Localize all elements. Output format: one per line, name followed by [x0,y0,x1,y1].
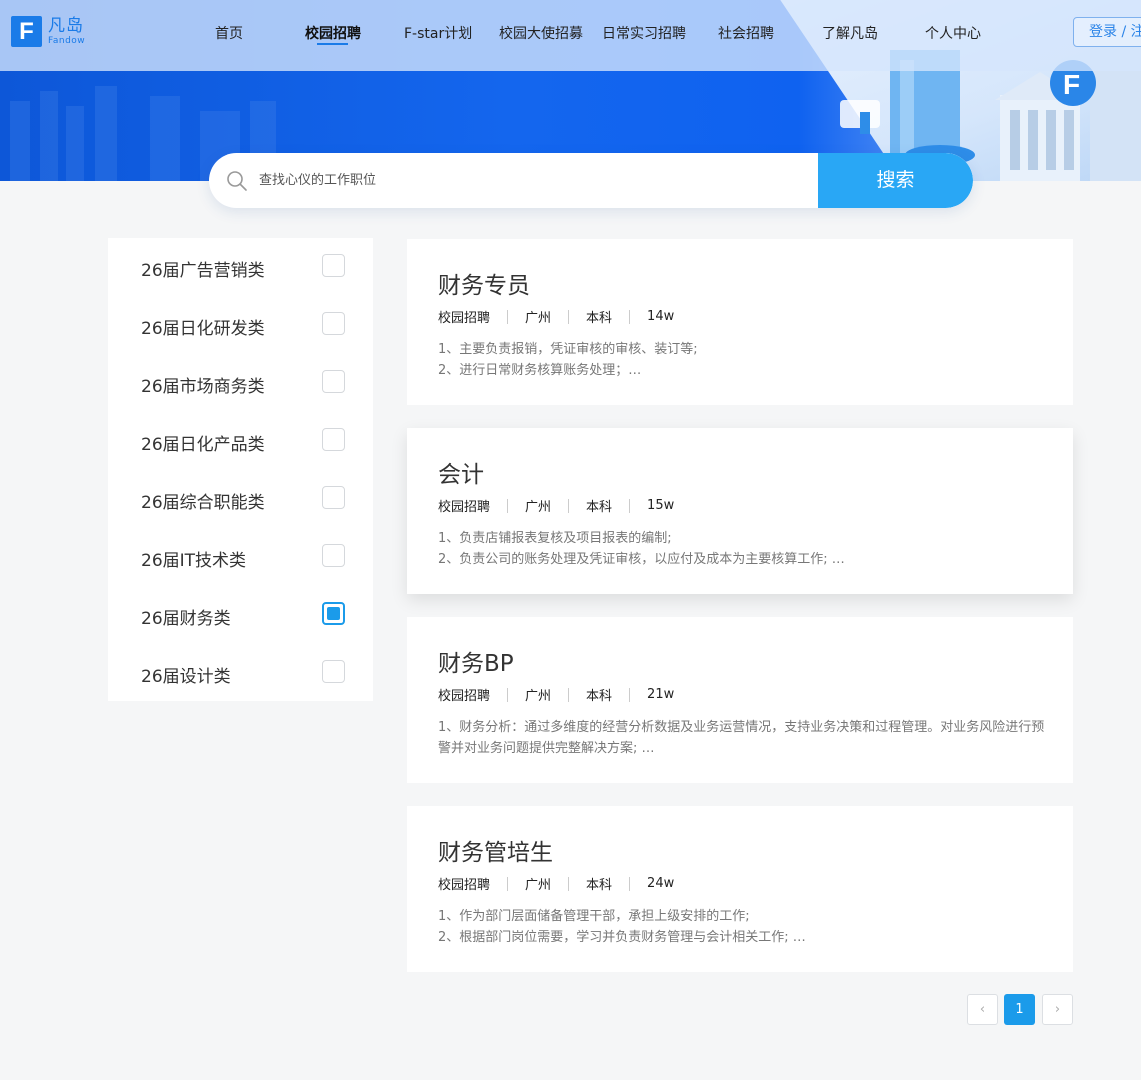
page-number-current[interactable]: 1 [1004,994,1035,1025]
category-checkbox[interactable] [322,544,345,567]
category-label: 26届IT技术类 [141,551,247,571]
job-desc-line: 2、负责公司的账务处理及凭证审核，以应付及成本为主要核算工作; … [438,552,845,567]
category-label: 26届广告营销类 [141,261,265,281]
category-item-marketing[interactable]: 26届市场商务类 [108,354,373,412]
category-label: 26届综合职能类 [141,493,265,513]
job-card[interactable]: 财务BP 校园招聘 广州 本科 21w 1、财务分析：通过多维度的经营分析数据及… [407,617,1073,783]
search-icon [227,171,247,191]
category-checkbox[interactable] [322,428,345,451]
nav-item-campus-ambassador[interactable]: 校园大使招募 [499,23,583,43]
job-type: 校园招聘 [438,689,491,704]
category-checkbox[interactable] [322,254,345,277]
job-type: 校园招聘 [438,500,491,515]
category-label: 26届日化产品类 [141,435,265,455]
category-filter-sidebar: 26届广告营销类 26届日化研发类 26届市场商务类 26届日化产品类 26届综… [108,238,373,701]
nav-item-fstar[interactable]: F-star计划 [404,23,472,43]
category-checkbox[interactable] [322,660,345,683]
job-meta: 校园招聘 广州 本科 21w [438,685,674,704]
job-card[interactable]: 财务管培生 校园招聘 广州 本科 24w 1、作为部门层面储备管理干部，承担上级… [407,806,1073,972]
category-item-chem-rd[interactable]: 26届日化研发类 [108,296,373,354]
nav-item-social-recruitment[interactable]: 社会招聘 [718,23,774,43]
job-card[interactable]: 会计 校园招聘 广州 本科 15w 1、负责店铺报表复核及项目报表的编制; 2、… [407,428,1073,594]
job-type: 校园招聘 [438,878,491,893]
job-title: 财务BP [438,651,514,677]
job-meta: 校园招聘 广州 本科 14w [438,307,674,326]
next-page-button[interactable]: › [1042,994,1073,1025]
nav-item-home[interactable]: 首页 [215,23,243,43]
category-item-finance[interactable]: 26届财务类 [108,586,373,644]
job-degree: 本科 [586,500,613,515]
nav-item-about[interactable]: 了解凡岛 [822,23,878,43]
job-description: 1、主要负责报销，凭证审核的审核、装订等; 2、进行日常财务核算账务处理；… [438,339,1048,381]
job-title: 财务管培生 [438,840,553,866]
job-salary: 21w [647,687,675,702]
job-city: 广州 [525,500,552,515]
job-title: 会计 [438,462,484,488]
category-label: 26届设计类 [141,667,231,687]
svg-text:F: F [1063,69,1080,100]
job-type: 校园招聘 [438,311,491,326]
category-item-advertising[interactable]: 26届广告营销类 [108,238,373,296]
job-desc-line: 2、进行日常财务核算账务处理；… [438,363,642,378]
job-description: 1、负责店铺报表复核及项目报表的编制; 2、负责公司的账务处理及凭证审核，以应付… [438,528,1048,570]
job-city: 广州 [525,689,552,704]
job-salary: 15w [647,498,675,513]
nav-item-profile[interactable]: 个人中心 [925,23,981,43]
job-desc-line: 1、主要负责报销，凭证审核的审核、装订等; [438,342,698,357]
category-checkbox[interactable] [322,486,345,509]
main-nav: 首页 校园招聘 F-star计划 校园大使招募 日常实习招聘 社会招聘 了解凡岛… [0,0,1141,71]
category-label: 26届财务类 [141,609,231,629]
category-item-it[interactable]: 26届IT技术类 [108,528,373,586]
job-meta: 校园招聘 广州 本科 24w [438,874,674,893]
login-register-button[interactable]: 登录 / 注册 [1073,17,1141,47]
prev-page-button[interactable]: ‹ [967,994,998,1025]
category-item-design[interactable]: 26届设计类 [108,644,373,702]
job-description: 1、作为部门层面储备管理干部，承担上级安排的工作; 2、根据部门岗位需要，学习并… [438,906,1048,948]
job-salary: 24w [647,876,675,891]
job-desc-line: 1、财务分析：通过多维度的经营分析数据及业务运营情况，支持业务决策和过程管理。对… [438,720,1045,756]
search-button[interactable]: 搜索 [818,153,973,208]
active-nav-indicator [317,43,348,45]
job-desc-line: 2、根据部门岗位需要，学习并负责财务管理与会计相关工作; … [438,930,806,945]
job-search-bar: 搜索 [209,153,973,208]
job-desc-line: 1、作为部门层面储备管理干部，承担上级安排的工作; [438,909,750,924]
job-degree: 本科 [586,878,613,893]
search-input[interactable] [259,153,814,208]
job-desc-line: 1、负责店铺报表复核及项目报表的编制; [438,531,672,546]
job-degree: 本科 [586,689,613,704]
job-card[interactable]: 财务专员 校园招聘 广州 本科 14w 1、主要负责报销，凭证审核的审核、装订等… [407,239,1073,405]
category-checkbox-checked[interactable] [322,602,345,625]
category-checkbox[interactable] [322,370,345,393]
job-salary: 14w [647,309,675,324]
category-checkbox[interactable] [322,312,345,335]
top-nav-bar: F 凡岛 Fandow 首页 校园招聘 F-star计划 校园大使招募 日常实习… [0,0,1141,71]
job-degree: 本科 [586,311,613,326]
job-description: 1、财务分析：通过多维度的经营分析数据及业务运营情况，支持业务决策和过程管理。对… [438,717,1048,759]
category-label: 26届日化研发类 [141,319,265,339]
job-city: 广州 [525,878,552,893]
category-item-chem-product[interactable]: 26届日化产品类 [108,412,373,470]
job-meta: 校园招聘 广州 本科 15w [438,496,674,515]
category-item-general[interactable]: 26届综合职能类 [108,470,373,528]
nav-item-internship[interactable]: 日常实习招聘 [602,23,686,43]
nav-item-campus-recruitment[interactable]: 校园招聘 [305,23,361,43]
category-label: 26届市场商务类 [141,377,265,397]
job-title: 财务专员 [438,273,530,299]
job-city: 广州 [525,311,552,326]
